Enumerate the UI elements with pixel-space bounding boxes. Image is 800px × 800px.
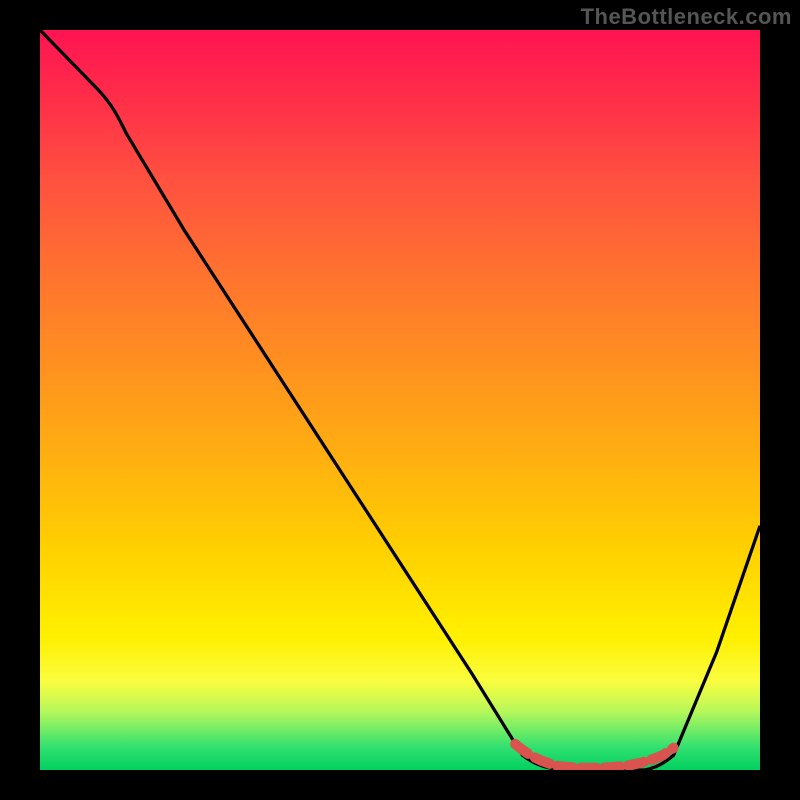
bottleneck-curve bbox=[40, 30, 760, 770]
watermark-label: TheBottleneck.com bbox=[581, 4, 792, 30]
optimal-zone-highlight bbox=[515, 744, 673, 768]
chart-container: TheBottleneck.com bbox=[0, 0, 800, 800]
plot-area bbox=[40, 30, 760, 770]
curve-layer bbox=[40, 30, 760, 770]
